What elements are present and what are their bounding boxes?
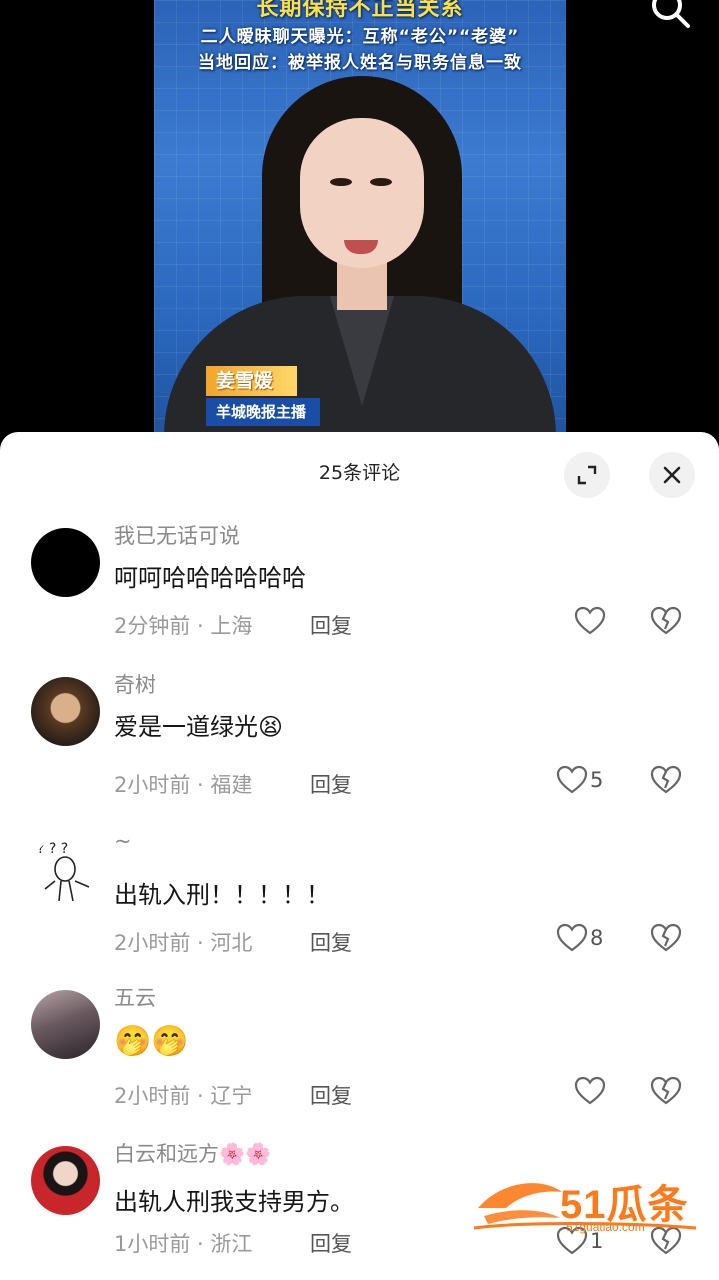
broken-heart-icon	[650, 606, 682, 635]
comments-count-title: 25条评论	[318, 462, 401, 484]
comment-time: 2分钟前	[114, 614, 191, 638]
heart-icon	[574, 1076, 606, 1105]
expand-icon	[577, 465, 597, 485]
dislike-button[interactable]	[650, 606, 682, 640]
dislike-button[interactable]	[650, 923, 682, 957]
like-count: 8	[590, 926, 604, 950]
dislike-button[interactable]	[650, 765, 682, 799]
comment-location: 浙江	[210, 1232, 253, 1256]
video-headline-3: 当地回应：被举报人姓名与职务信息一致	[198, 53, 522, 73]
close-button[interactable]	[649, 452, 695, 498]
video-headline-1: 长期保持不正当关系	[256, 0, 464, 21]
avatar[interactable]	[31, 677, 100, 746]
comment-username[interactable]: ~	[114, 829, 132, 853]
avatar[interactable]	[31, 528, 100, 597]
heart-icon	[556, 923, 588, 952]
reply-button[interactable]: 回复	[310, 1228, 352, 1258]
comment-meta: 2分钟前 · 上海	[114, 610, 252, 640]
reply-button[interactable]: 回复	[310, 769, 352, 799]
like-button[interactable]	[574, 606, 606, 636]
comment-time: 2小时前	[114, 931, 191, 955]
meta-separator: ·	[190, 614, 211, 638]
svg-text:? ? ?: ? ? ?	[37, 841, 68, 857]
comments-sheet: 25条评论 我已无话可说 呵呵哈哈哈哈哈哈 2分钟前 · 上海 回复 奇树 爱是…	[0, 432, 719, 1280]
comment-text: 出轨入刑！！！！！	[114, 881, 330, 909]
like-button[interactable]: 5	[556, 765, 603, 795]
comment-location: 福建	[210, 773, 253, 797]
reply-button[interactable]: 回复	[310, 1080, 352, 1110]
comment-meta: 2小时前 · 河北	[114, 927, 252, 957]
comment-text: 出轨人刑我支持男方。	[114, 1188, 354, 1216]
comment-username[interactable]: 白云和远方🌸🌸	[114, 1138, 271, 1168]
video-frame: 长期保持不正当关系 二人暧昧聊天曝光：互称“老公”“老婆” 当地回应：被举报人姓…	[154, 0, 566, 460]
search-icon[interactable]	[648, 0, 692, 30]
comment-username[interactable]: 我已无话可说	[114, 520, 240, 550]
avatar[interactable]	[31, 990, 100, 1059]
broken-heart-icon	[650, 765, 682, 794]
heart-icon	[574, 606, 606, 635]
watermark-url: 51guatiao.com	[566, 1220, 645, 1234]
avatar[interactable]: ? ? ?	[31, 837, 100, 906]
like-button[interactable]	[574, 1076, 606, 1106]
comment-text: 呵呵哈哈哈哈哈哈	[114, 564, 306, 592]
video-headline-2: 二人暧昧聊天曝光：互称“老公”“老婆”	[200, 27, 520, 47]
avatar[interactable]	[31, 1146, 100, 1215]
comment-username[interactable]: 五云	[114, 982, 156, 1012]
reply-button[interactable]: 回复	[310, 927, 352, 957]
like-count: 5	[590, 768, 604, 792]
meta-separator: ·	[190, 773, 211, 797]
comment-time: 1小时前	[114, 1232, 191, 1256]
anchor-name-tag: 姜雪媛	[206, 366, 298, 396]
comment-username[interactable]: 奇树	[114, 669, 156, 699]
comment-location: 河北	[210, 931, 253, 955]
comment-text: 🤭🤭	[114, 1024, 189, 1059]
anchor-eye	[370, 178, 392, 186]
heart-icon	[556, 765, 588, 794]
dislike-button[interactable]	[650, 1076, 682, 1110]
comment-time: 2小时前	[114, 773, 191, 797]
reply-button[interactable]: 回复	[310, 610, 352, 640]
meta-separator: ·	[190, 1084, 211, 1108]
close-icon	[663, 466, 681, 484]
comment-meta: 2小时前 · 福建	[114, 769, 252, 799]
comment-text: 爱是一道绿光😫	[114, 707, 283, 742]
meta-separator: ·	[190, 931, 211, 955]
expand-button[interactable]	[564, 452, 610, 498]
comment-meta: 2小时前 · 辽宁	[114, 1080, 252, 1110]
anchor-eye	[330, 178, 352, 186]
comment-time: 2小时前	[114, 1084, 191, 1108]
comment-location: 辽宁	[210, 1084, 253, 1108]
broken-heart-icon	[650, 923, 682, 952]
video-player[interactable]: 长期保持不正当关系 二人暧昧聊天曝光：互称“老公”“老婆” 当地回应：被举报人姓…	[0, 0, 719, 460]
meta-separator: ·	[190, 1232, 211, 1256]
tired-face-emoji: 😫	[258, 713, 284, 741]
anchor-title-tag: 羊城晚报主播	[206, 398, 321, 426]
doodle-avatar-icon: ? ? ?	[37, 841, 90, 902]
comment-location: 上海	[210, 614, 253, 638]
broken-heart-icon	[650, 1076, 682, 1105]
like-button[interactable]: 8	[556, 923, 603, 953]
comment-meta: 1小时前 · 浙江	[114, 1228, 252, 1258]
comment-text-body: 爱是一道绿光	[114, 713, 258, 741]
